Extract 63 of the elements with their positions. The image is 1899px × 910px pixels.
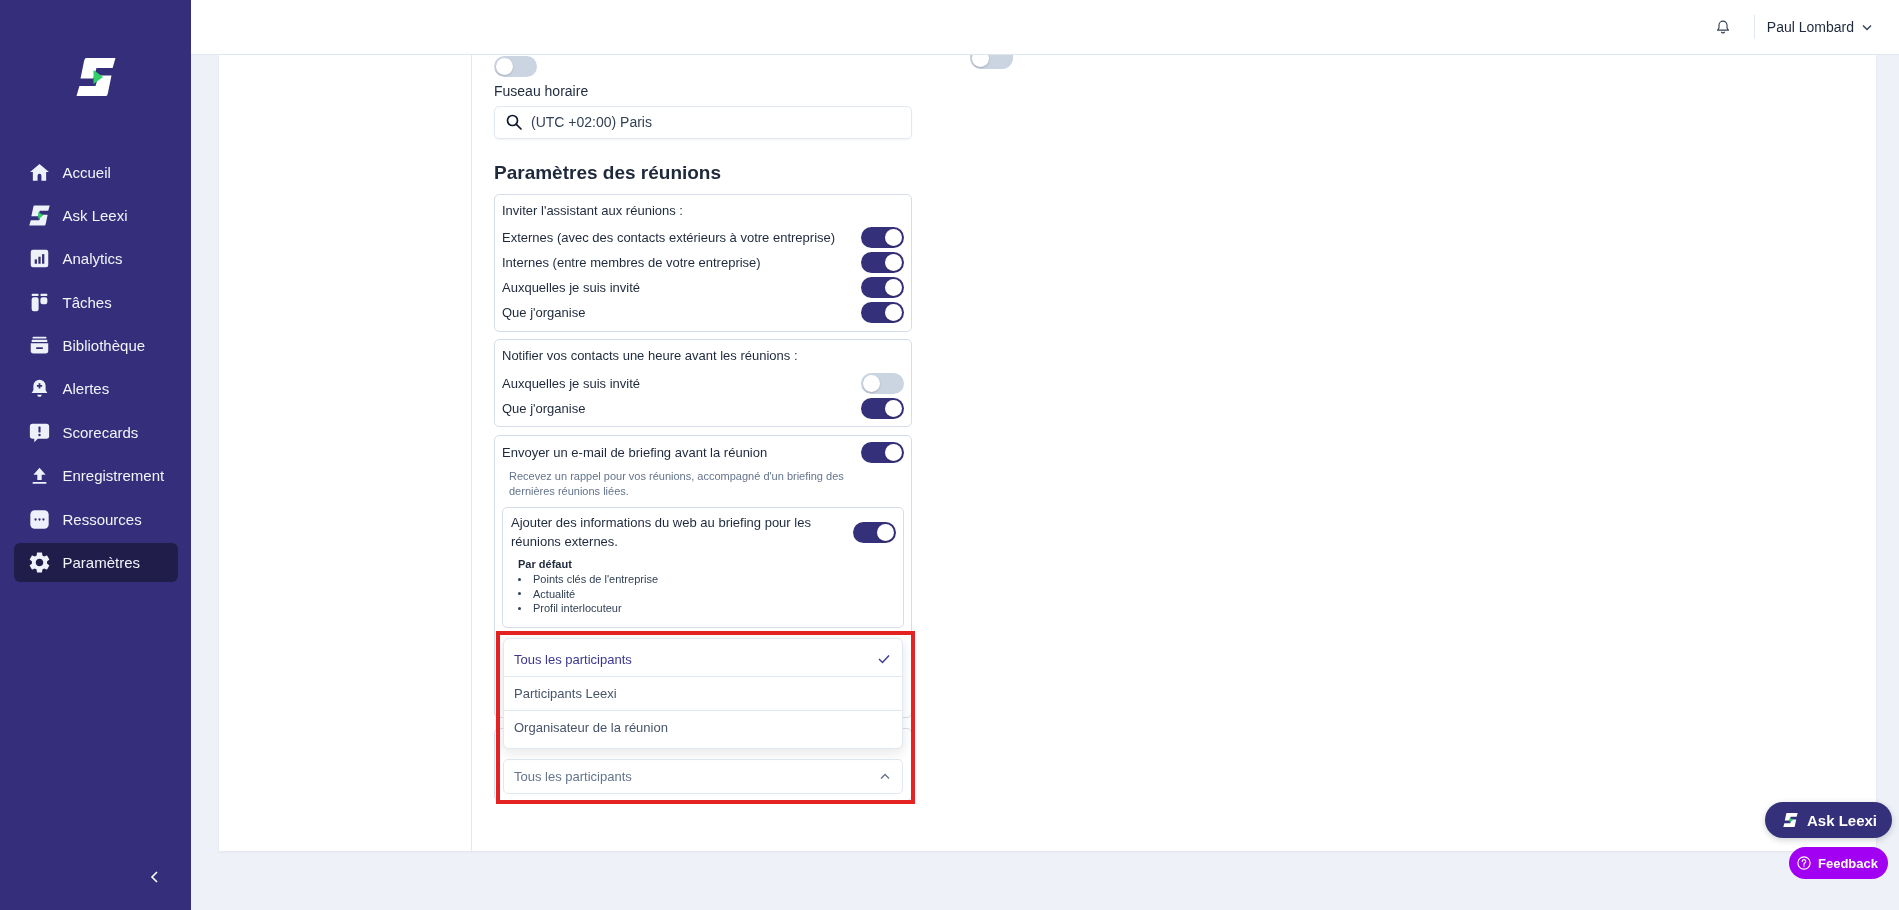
feedback-button[interactable]: Feedback [1789, 847, 1888, 879]
toggle-switch[interactable] [853, 521, 896, 543]
sidebar-item[interactable]: Accueil [13, 152, 178, 192]
search-icon [506, 114, 522, 130]
sidebar-item[interactable]: Paramètres [13, 543, 178, 582]
list-item: Profil interlocuteur [533, 601, 622, 616]
toggle-switch[interactable] [861, 397, 904, 419]
list-item: Actualité [533, 586, 576, 601]
dropdown-option[interactable]: Tous les participants [504, 642, 902, 676]
search-field[interactable]: (UTC +02:00) Paris [494, 105, 912, 139]
help-icon [1797, 856, 1811, 870]
list-item: Points clés de l'entreprise [533, 572, 658, 587]
select-field[interactable]: Tous les participants [503, 758, 903, 794]
bullet-icon [518, 577, 521, 581]
option-label: Externes (avec des contacts extérieurs à votre entreprise) [502, 230, 836, 245]
group-title: Notifier vos contacts une heure avant les réunions : [502, 347, 799, 365]
option-label: Auxquelles je suis invité [502, 375, 641, 391]
option-label: Auxquelles je suis invité [502, 280, 641, 295]
bell-icon[interactable] [1715, 20, 1730, 34]
sidebar-item[interactable]: Ressources [13, 499, 178, 539]
option-label: Que j'organise [502, 400, 586, 416]
option-label: Que j'organise [502, 305, 586, 320]
logo-icon [28, 204, 50, 226]
dropdown-option[interactable]: Participants Leexi [504, 675, 902, 710]
chevron-down-icon [1862, 23, 1872, 31]
option-label: Ajouter des informations du web au briefing pour les réunions externes. [511, 514, 812, 551]
toggle-switch[interactable] [494, 56, 537, 77]
chevron-left-icon[interactable] [150, 871, 159, 883]
home-icon [28, 161, 50, 183]
dropdown-option[interactable]: Organisateur de la réunion [504, 709, 902, 744]
option-label: Envoyer un e-mail de briefing avant la réunion [502, 445, 768, 460]
section-heading: Paramètres des réunions [494, 161, 722, 184]
sidebar-item[interactable]: Enregistrement [13, 456, 178, 496]
field-label: Fuseau horaire [494, 83, 590, 100]
logo-icon [1782, 813, 1798, 827]
bar-chart-icon [28, 248, 50, 270]
toggle-switch[interactable] [861, 372, 904, 394]
group-title: Inviter l'assistant aux réunions : [502, 201, 684, 220]
check-icon [878, 654, 890, 664]
bullet-icon [518, 606, 521, 610]
ask-assistant-button[interactable]: Ask Leexi [1764, 802, 1892, 838]
option-label: Internes (entre membres de votre entreprise) [502, 255, 761, 270]
toggle-switch[interactable] [861, 442, 904, 463]
sidebar-item[interactable]: Alertes [13, 369, 178, 409]
sidebar-item[interactable]: Analytics [13, 239, 178, 279]
settings-icon [28, 552, 50, 573]
list-heading: Par défaut [518, 557, 572, 571]
toggle-switch[interactable] [861, 302, 904, 323]
bullet-icon [518, 592, 521, 596]
chevron-up-icon [880, 772, 890, 780]
sidebar-item[interactable]: Bibliothèque [13, 326, 178, 366]
toggle-switch[interactable] [861, 277, 904, 298]
toggle-switch[interactable] [970, 55, 1013, 69]
user-menu-button[interactable]: Paul Lombard [1766, 19, 1872, 35]
more-dots-icon [28, 508, 50, 530]
message-alert-icon [28, 421, 50, 443]
sidebar-item[interactable]: Ask Leexi [13, 195, 178, 235]
logo [75, 58, 116, 96]
toggle-switch[interactable] [861, 227, 904, 248]
description-text: Recevez un rappel pour vos réunions, accompagné d'un briefing des dernières réunions liées. [508, 468, 845, 499]
sidebar-item[interactable]: Scorecards [13, 412, 178, 452]
toggle-switch[interactable] [861, 252, 904, 273]
sidebar-item[interactable]: Tâches [13, 282, 178, 322]
